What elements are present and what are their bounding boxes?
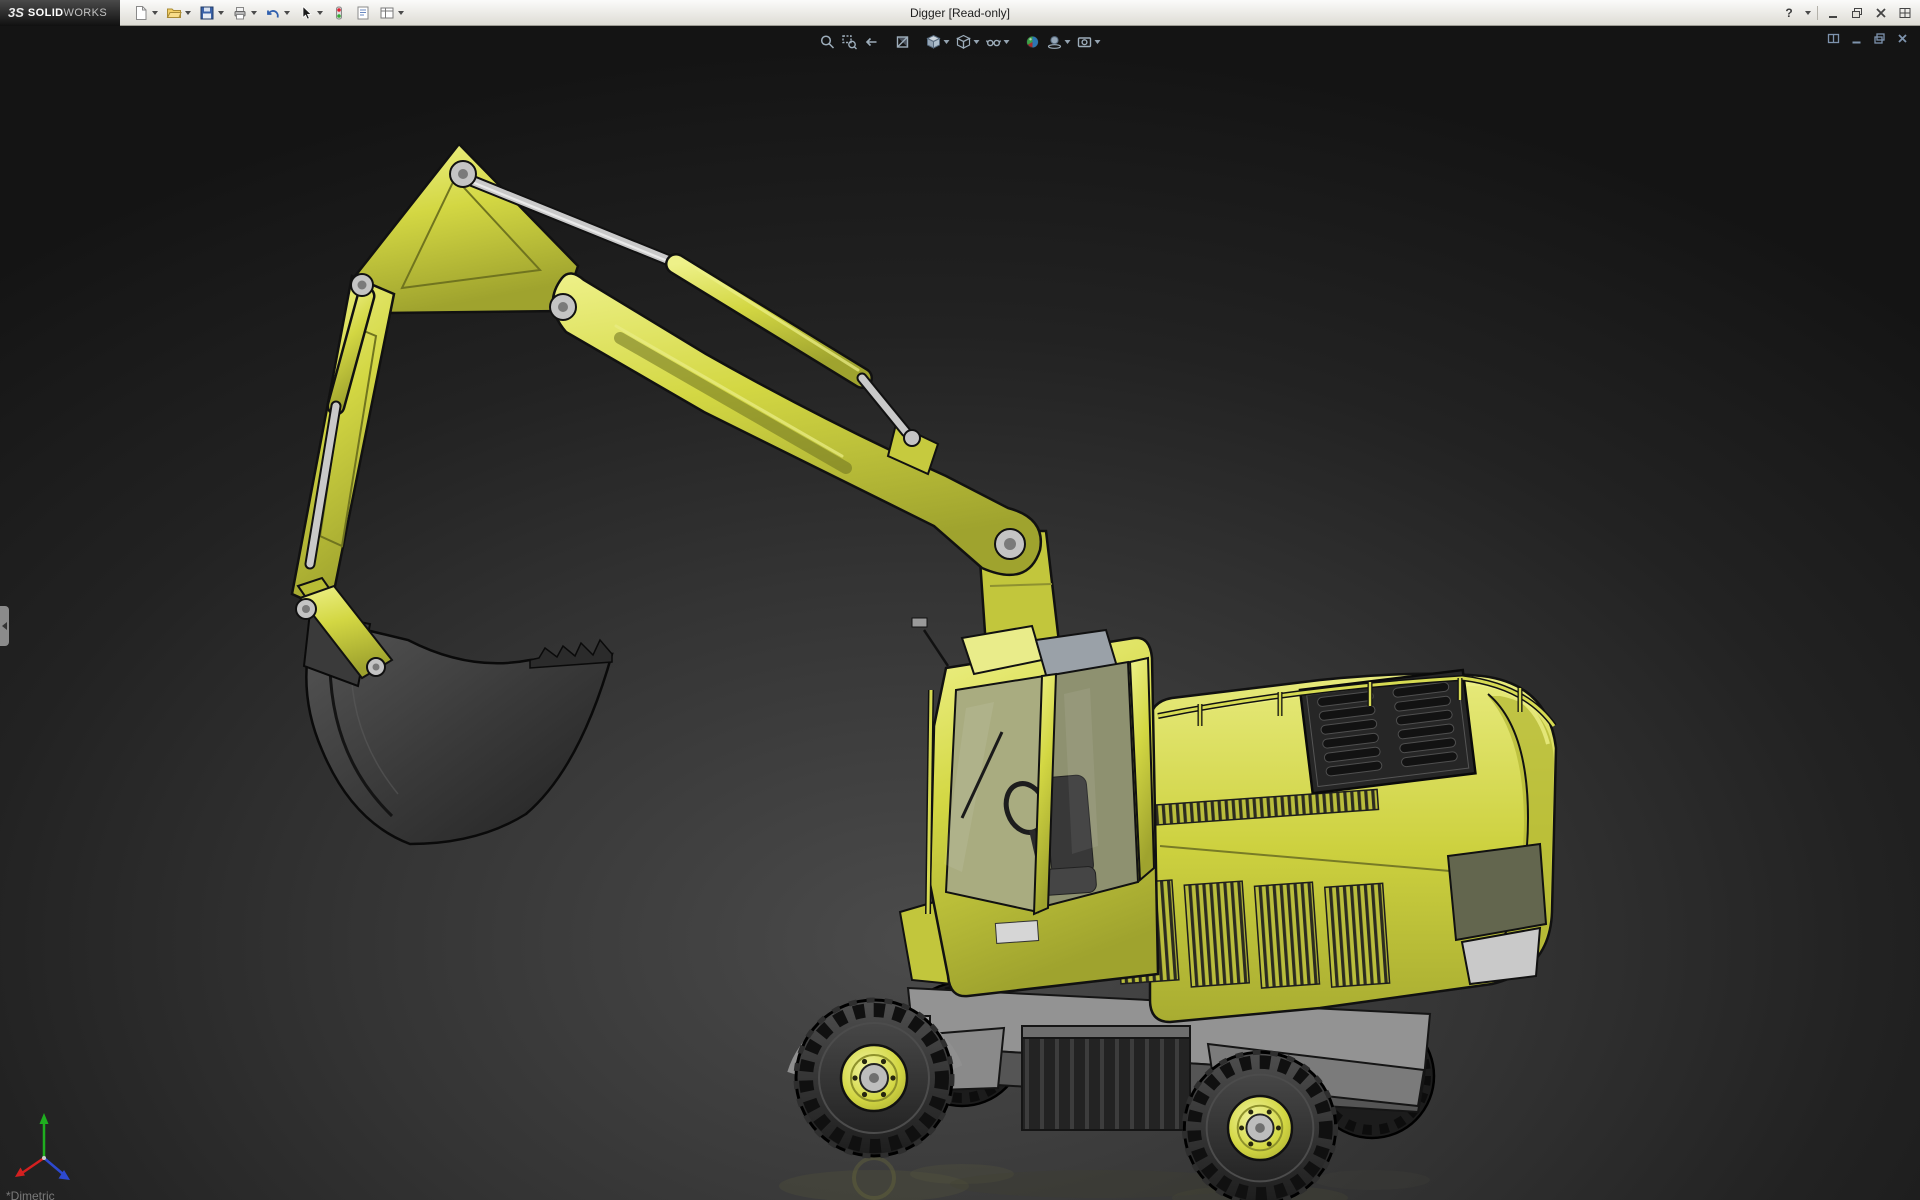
display-style-cube-icon (956, 34, 972, 50)
minimize-button[interactable] (1824, 4, 1842, 22)
doc-minimize-icon (1850, 32, 1863, 45)
glasses-icon (986, 34, 1002, 50)
rear-glass-panel (1448, 844, 1546, 940)
select-cursor-icon (298, 5, 314, 21)
minimize-icon (1826, 6, 1840, 20)
view-orientation-cube-icon (926, 34, 942, 50)
window-layout-button[interactable] (1896, 4, 1914, 22)
new-document-icon (133, 5, 149, 21)
toolbar-separator (915, 42, 922, 43)
doc-close-icon (1896, 32, 1909, 45)
close-button[interactable] (1872, 4, 1890, 22)
previous-view-button[interactable] (862, 32, 882, 52)
close-icon (1874, 6, 1888, 20)
title-bar: 3S SOLIDWORKS (0, 0, 1920, 26)
doc-close-button[interactable] (1894, 31, 1910, 45)
model-canvas[interactable] (0, 26, 1920, 1200)
zoom-to-fit-icon (820, 34, 836, 50)
view-settings-icon (1077, 34, 1093, 50)
appearance-ball-icon (1025, 34, 1041, 50)
toolbar-separator (884, 42, 891, 43)
dropdown-caret[interactable] (152, 11, 158, 15)
open-folder-icon (166, 5, 182, 21)
display-style-button[interactable] (954, 32, 982, 52)
divider (1817, 6, 1818, 20)
front-left-wheel[interactable] (796, 1000, 952, 1156)
new-document-button[interactable] (130, 2, 161, 24)
brand-text: SOLIDWORKS (28, 7, 107, 19)
open-document-button[interactable] (163, 2, 194, 24)
zoom-to-area-button[interactable] (840, 32, 860, 52)
view-settings-button[interactable] (1075, 32, 1103, 52)
help-dropdown-caret[interactable] (1805, 11, 1811, 15)
section-view-button[interactable] (893, 32, 913, 52)
previous-view-icon (864, 34, 880, 50)
document-window-controls (1825, 31, 1910, 45)
solidworks-window: 3S SOLIDWORKS (0, 0, 1920, 1200)
toolbar-separator (1014, 42, 1021, 43)
dropdown-caret[interactable] (185, 11, 191, 15)
file-properties-button[interactable] (352, 2, 374, 24)
doc-restore-icon (1873, 32, 1886, 45)
chevron-left-icon (2, 622, 7, 630)
options-table-icon (379, 5, 395, 21)
restore-icon (1850, 6, 1864, 20)
dropdown-caret[interactable] (1004, 40, 1010, 44)
view-orientation-button[interactable] (924, 32, 952, 52)
doc-restore-button[interactable] (1871, 31, 1887, 45)
cab[interactable] (900, 618, 1158, 996)
dropdown-caret[interactable] (944, 40, 950, 44)
window-title: Digger [Read-only] (910, 6, 1010, 20)
undo-arrow-icon (265, 5, 281, 21)
select-button[interactable] (295, 2, 326, 24)
printer-icon (232, 5, 248, 21)
window-controls: ? (1780, 4, 1920, 22)
file-properties-icon (355, 5, 371, 21)
dropdown-caret[interactable] (251, 11, 257, 15)
dropdown-caret[interactable] (284, 11, 290, 15)
main-toolbar (130, 2, 407, 24)
dropdown-caret[interactable] (398, 11, 404, 15)
mirror (912, 618, 927, 627)
save-floppy-icon (199, 5, 215, 21)
rear-left-wheel[interactable] (1184, 1052, 1335, 1200)
dropdown-caret[interactable] (218, 11, 224, 15)
rebuild-trafficlight-icon (331, 5, 347, 21)
heads-up-view-toolbar (818, 32, 1103, 52)
feature-manager-collapsed-tab[interactable] (0, 606, 9, 646)
help-button[interactable]: ? (1780, 4, 1798, 22)
doc-minimize-button[interactable] (1848, 31, 1864, 45)
zoom-to-fit-button[interactable] (818, 32, 838, 52)
section-view-icon (895, 34, 911, 50)
dropdown-caret[interactable] (974, 40, 980, 44)
undo-button[interactable] (262, 2, 293, 24)
print-button[interactable] (229, 2, 260, 24)
dropdown-caret[interactable] (317, 11, 323, 15)
solidworks-logo: 3S SOLIDWORKS (0, 0, 120, 26)
graphics-area[interactable]: *Dimetric (0, 26, 1920, 1200)
dassault-logo-icon: 3S (8, 5, 24, 20)
window-layout-icon (1898, 6, 1912, 20)
save-button[interactable] (196, 2, 227, 24)
edit-appearance-button[interactable] (1023, 32, 1043, 52)
viewport-layout-button[interactable] (1825, 31, 1841, 45)
scene-ball-icon (1047, 34, 1063, 50)
view-orientation-label: *Dimetric (6, 1189, 55, 1200)
ground-reflections (779, 1158, 1430, 1200)
viewport-layout-icon (1827, 32, 1840, 45)
restore-button[interactable] (1848, 4, 1866, 22)
engine-housing[interactable] (1109, 670, 1556, 1022)
dropdown-caret[interactable] (1065, 40, 1071, 44)
options-button[interactable] (376, 2, 407, 24)
hide-show-items-button[interactable] (984, 32, 1012, 52)
rebuild-button[interactable] (328, 2, 350, 24)
dropdown-caret[interactable] (1095, 40, 1101, 44)
boom (553, 273, 1041, 574)
zoom-to-area-icon (842, 34, 858, 50)
apply-scene-button[interactable] (1045, 32, 1073, 52)
front-vent (995, 921, 1038, 944)
orientation-triad (15, 1113, 70, 1180)
